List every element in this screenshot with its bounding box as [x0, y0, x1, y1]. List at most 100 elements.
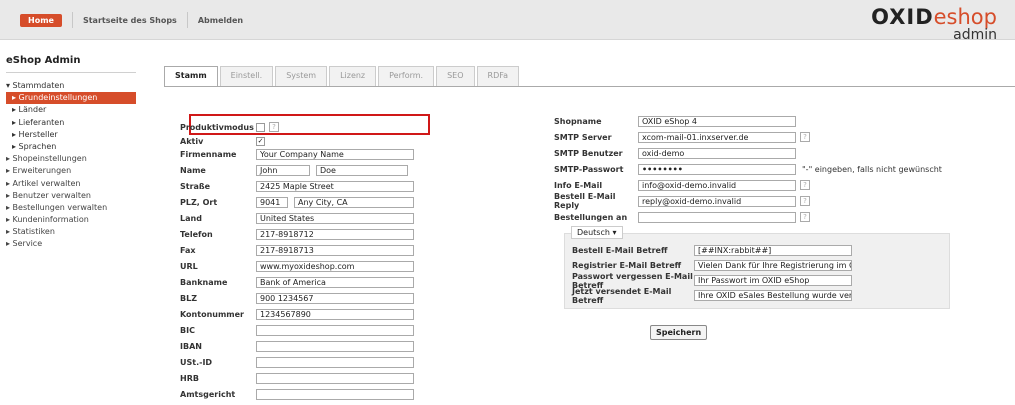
row-order-reply: Bestell E-Mail Reply reply@oxid-demo.inv… [554, 192, 810, 211]
smtp-pass-input[interactable]: •••••••• [638, 163, 796, 175]
produktivmodus-label: Produktivmodus [180, 122, 254, 132]
fax-label: Fax [180, 245, 196, 255]
strasse-label: Straße [180, 181, 211, 191]
sidebar-item-artikel[interactable]: ▸ Artikel verwalten [6, 178, 136, 190]
now-subject-input[interactable]: Ihre OXID eSales Bestellung wurde versa [694, 290, 852, 301]
url-input[interactable]: www.myoxideshop.com [256, 260, 414, 272]
orders-to-label: Bestellungen an [554, 212, 628, 222]
first-name-input[interactable]: John [256, 164, 310, 176]
sidebar-item-laender[interactable]: ▸ Länder [6, 104, 136, 116]
telefon-label: Telefon [180, 229, 213, 239]
aktiv-checkbox[interactable]: ✓ [256, 136, 265, 146]
row-firmenname: Firmenname Your Company Name [180, 148, 414, 161]
help-icon[interactable]: ? [800, 132, 810, 143]
sidebar-divider [6, 72, 136, 73]
kontonummer-input[interactable]: 1234567890 [256, 308, 414, 320]
home-button[interactable]: Home [20, 13, 62, 27]
language-select[interactable]: Deutsch ▾ [571, 226, 623, 239]
sidebar-item-benutzer[interactable]: ▸ Benutzer verwalten [6, 190, 136, 202]
logo-oxid: OXID [871, 5, 934, 29]
row-smtp-server: SMTP Server xcom-mail-01.inxserver.de ? [554, 131, 810, 144]
help-icon[interactable]: ? [800, 180, 810, 191]
smtp-pass-label: SMTP-Passwort [554, 164, 624, 174]
reg-subject-input[interactable]: Vielen Dank für Ihre Registrierung im OX [694, 260, 852, 271]
shopname-input[interactable]: OXID eShop 4 [638, 115, 796, 127]
sidebar-menu: ▾ Stammdaten ▸ Grundeinstellungen ▸ Länd… [6, 80, 136, 251]
bic-input[interactable] [256, 324, 414, 336]
tab-lizenz[interactable]: Lizenz [329, 66, 377, 86]
ust-input[interactable] [256, 356, 414, 368]
smtp-pass-hint: "-" eingeben, falls nicht gewünscht [802, 164, 942, 174]
nav-divider [71, 12, 73, 28]
order-reply-input[interactable]: reply@oxid-demo.invalid [638, 195, 796, 207]
help-icon[interactable]: ? [800, 196, 810, 207]
pw-subject-input[interactable]: Ihr Passwort im OXID eShop [694, 275, 852, 286]
sidebar-item-service[interactable]: ▸ Service [6, 238, 136, 250]
info-email-label: Info E-Mail [554, 180, 603, 190]
order-reply-label: Bestell E-Mail Reply [554, 192, 616, 211]
sidebar-item-erweiterungen[interactable]: ▸ Erweiterungen [6, 165, 136, 177]
amtsgericht-input[interactable] [256, 388, 414, 400]
tab-bar: Stamm Einstell. System Lizenz Perform. S… [164, 66, 521, 86]
sidebar-item-grundeinstellungen[interactable]: ▸ Grundeinstellungen [6, 92, 136, 105]
smtp-user-input[interactable]: oxid-demo [638, 147, 796, 159]
strasse-input[interactable]: 2425 Maple Street [256, 180, 414, 192]
row-info-email: Info E-Mail info@oxid-demo.invalid ? [554, 179, 810, 192]
plz-input[interactable]: 9041 [256, 196, 288, 208]
help-icon[interactable]: ? [269, 122, 279, 133]
info-email-input[interactable]: info@oxid-demo.invalid [638, 179, 796, 191]
produktivmodus-checkbox[interactable] [256, 122, 265, 132]
order-subject-input[interactable]: [##INX:rabbit##] [694, 245, 852, 256]
row-amtsgericht: Amtsgericht [180, 388, 414, 401]
fax-input[interactable]: 217-8918713 [256, 244, 414, 256]
row-reg-subject: Registrier E-Mail Betreff Vielen Dank fü… [572, 259, 852, 272]
tab-system[interactable]: System [275, 66, 328, 86]
row-kontonummer: Kontonummer 1234567890 [180, 308, 414, 321]
sidebar-item-shopeinstellungen[interactable]: ▸ Shopeinstellungen [6, 153, 136, 165]
kontonummer-label: Kontonummer [180, 309, 245, 319]
sidebar-item-kundeninformation[interactable]: ▸ Kundeninformation [6, 214, 136, 226]
land-input[interactable]: United States [256, 212, 414, 224]
shopname-label: Shopname [554, 116, 602, 126]
telefon-input[interactable]: 217-8918712 [256, 228, 414, 240]
row-url: URL www.myoxideshop.com [180, 260, 414, 273]
oxid-logo: OXIDeshop admin [871, 5, 997, 42]
row-ust: USt.-ID [180, 356, 414, 369]
row-iban: IBAN [180, 340, 414, 353]
sidebar-item-stammdaten[interactable]: ▾ Stammdaten [6, 80, 136, 92]
tab-seo[interactable]: SEO [436, 66, 475, 86]
shop-start-link[interactable]: Startseite des Shops [83, 16, 177, 25]
orders-to-input[interactable] [638, 211, 796, 223]
sidebar-item-statistiken[interactable]: ▸ Statistiken [6, 226, 136, 238]
bankname-input[interactable]: Bank of America [256, 276, 414, 288]
main-content: Stamm Einstell. System Lizenz Perform. S… [150, 66, 1015, 405]
row-fax: Fax 217-8918713 [180, 244, 414, 257]
save-button[interactable]: Speichern [650, 325, 708, 340]
hrb-input[interactable] [256, 372, 414, 384]
sidebar-item-hersteller[interactable]: ▸ Hersteller [6, 129, 136, 141]
smtp-server-input[interactable]: xcom-mail-01.inxserver.de [638, 131, 796, 143]
ort-input[interactable]: Any City, CA [294, 196, 414, 208]
hrb-label: HRB [180, 373, 199, 383]
iban-input[interactable] [256, 340, 414, 352]
aktiv-label: Aktiv [180, 136, 204, 146]
row-bic: BIC [180, 324, 414, 337]
last-name-input[interactable]: Doe [316, 164, 408, 176]
now-subject-label: Jetzt versendet E-Mail Betreff [572, 286, 672, 305]
tab-perform[interactable]: Perform. [378, 66, 435, 86]
bankname-label: Bankname [180, 277, 228, 287]
smtp-server-label: SMTP Server [554, 132, 612, 142]
amtsgericht-label: Amtsgericht [180, 389, 236, 399]
sidebar-item-bestellungen[interactable]: ▸ Bestellungen verwalten [6, 202, 136, 214]
firmenname-input[interactable]: Your Company Name [256, 148, 414, 160]
blz-input[interactable]: 900 1234567 [256, 292, 414, 304]
tab-rdfa[interactable]: RDFa [476, 66, 520, 86]
logo-eshop: eshop [933, 5, 997, 29]
tab-einstell[interactable]: Einstell. [219, 66, 274, 86]
help-icon[interactable]: ? [800, 212, 810, 223]
logout-link[interactable]: Abmelden [198, 16, 243, 25]
sidebar: eShop Admin ▾ Stammdaten ▸ Grundeinstell… [0, 40, 150, 405]
sidebar-item-lieferanten[interactable]: ▸ Lieferanten [6, 117, 136, 129]
tab-stamm[interactable]: Stamm [164, 66, 218, 86]
sidebar-item-sprachen[interactable]: ▸ Sprachen [6, 141, 136, 153]
